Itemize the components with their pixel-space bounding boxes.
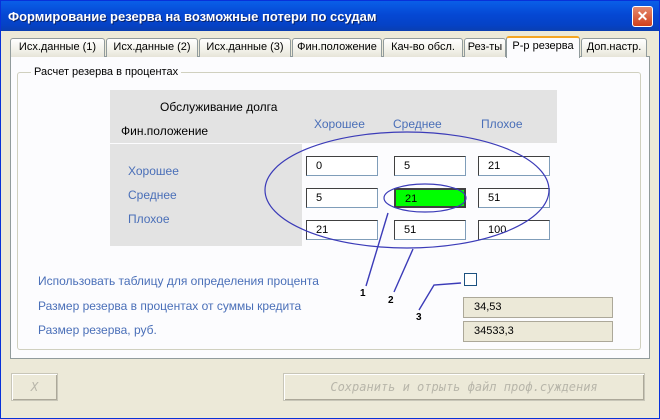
row-header-bad: Плохое <box>128 212 170 226</box>
annotation-2: 2 <box>388 295 394 306</box>
matrix-cell-bad-bad[interactable]: 100 <box>478 220 550 240</box>
reserve-percent-value: 34,53 <box>463 297 613 318</box>
group-label: Расчет резерва в процентах <box>31 66 182 78</box>
annotation-3: 3 <box>416 312 422 323</box>
use-table-label: Использовать таблицу для определения про… <box>38 274 319 288</box>
matrix-header-debt-service: Обслуживание долга <box>160 100 278 114</box>
window-title: Формирование резерва на возможные потери… <box>8 9 377 24</box>
matrix-cell-medium-bad[interactable]: 51 <box>478 188 550 208</box>
tab-source-data-1[interactable]: Исх.данные (1) <box>10 38 105 57</box>
matrix-cell-good-bad[interactable]: 21 <box>478 156 550 176</box>
save-and-open-button[interactable]: Сохранить и отрыть файл проф.суждения <box>283 373 645 401</box>
tab-source-data-3[interactable]: Исх.данные (3) <box>199 38 291 57</box>
tab-service-quality[interactable]: Кач-во обсл. <box>383 38 463 57</box>
matrix-cell-bad-good[interactable]: 21 <box>306 220 378 240</box>
reserve-percent-label: Размер резерва в процентах от суммы кред… <box>38 299 302 313</box>
reserve-amount-value: 34533,3 <box>463 321 613 342</box>
matrix-cell-medium-medium[interactable]: 21 <box>394 188 466 208</box>
row-header-medium: Среднее <box>128 188 177 202</box>
close-window-button[interactable]: ✕ <box>632 6 653 27</box>
tab-strip: Исх.данные (1) Исх.данные (2) Исх.данные… <box>10 36 650 58</box>
title-bar: Формирование резерва на возможные потери… <box>1 1 659 31</box>
column-header-bad: Плохое <box>481 117 523 131</box>
reserve-amount-label: Размер резерва, руб. <box>38 323 157 337</box>
tab-results[interactable]: Рез-ты <box>464 38 506 57</box>
matrix-cell-good-medium[interactable]: 5 <box>394 156 466 176</box>
matrix-cell-bad-medium[interactable]: 51 <box>394 220 466 240</box>
tab-financial-position[interactable]: Фин.положение <box>292 38 382 57</box>
tab-source-data-2[interactable]: Исх.данные (2) <box>106 38 198 57</box>
close-icon: ✕ <box>636 8 649 24</box>
matrix-cell-good-good[interactable]: 0 <box>306 156 378 176</box>
matrix-header-financial-position: Фин.положение <box>121 124 209 138</box>
column-header-medium: Среднее <box>393 117 442 131</box>
annotation-1: 1 <box>360 288 366 299</box>
tab-extra-settings[interactable]: Доп.настр. <box>581 38 647 57</box>
column-header-good: Хорошее <box>314 117 365 131</box>
tab-reserve-size[interactable]: Р-р резерва <box>506 36 580 58</box>
close-x-button[interactable]: X <box>11 373 58 401</box>
use-table-checkbox[interactable] <box>464 273 477 286</box>
matrix-cell-medium-good[interactable]: 5 <box>306 188 378 208</box>
row-header-good: Хорошее <box>128 164 179 178</box>
